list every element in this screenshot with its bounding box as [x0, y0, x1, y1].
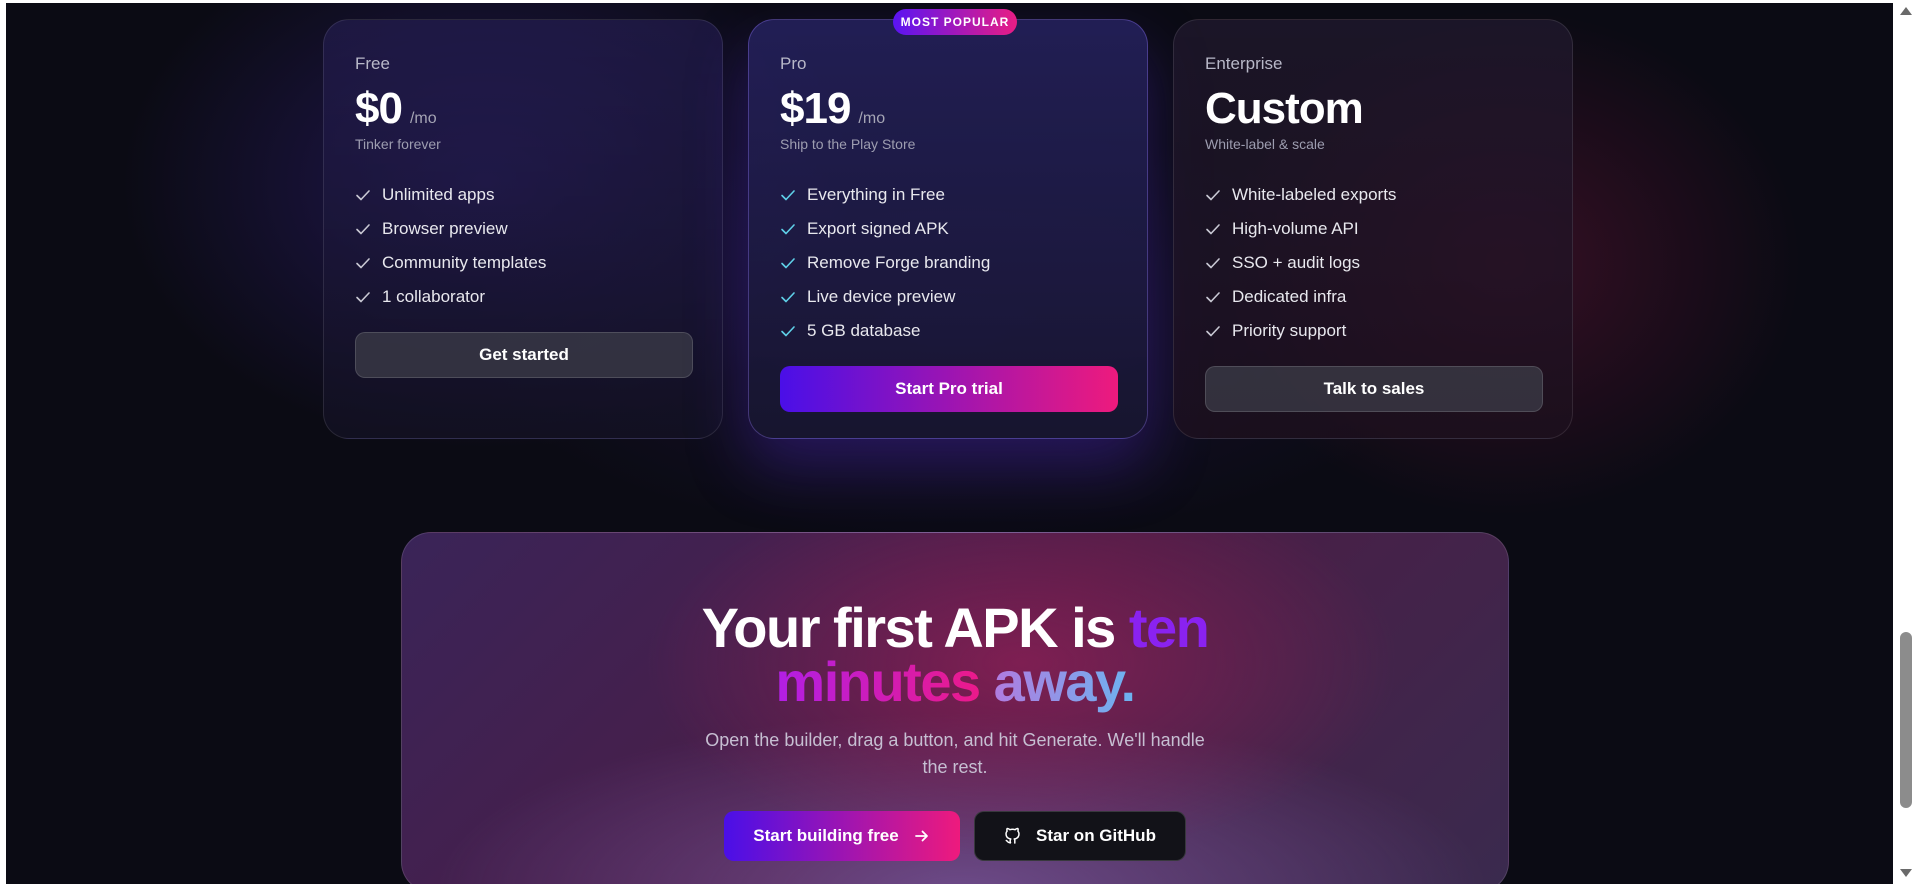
- check-icon: [1206, 292, 1220, 303]
- get-started-button[interactable]: Get started: [355, 332, 693, 378]
- heading-highlight-away: away.: [993, 650, 1136, 713]
- feature-item: Everything in Free: [780, 178, 1116, 212]
- feature-label: Remove Forge branding: [807, 253, 991, 272]
- plan-subtitle: Tinker forever: [355, 136, 441, 152]
- check-icon: [356, 292, 370, 303]
- feature-item: Live device preview: [780, 280, 1116, 314]
- check-icon: [1206, 224, 1220, 235]
- price-row: Custom: [1205, 84, 1541, 136]
- feature-label: Browser preview: [382, 219, 508, 238]
- check-icon: [781, 292, 795, 303]
- feature-label: White-labeled exports: [1232, 185, 1397, 204]
- star-on-github-button[interactable]: Star on GitHub: [974, 811, 1186, 861]
- feature-list: White-labeled exports High-volume API SS…: [1205, 178, 1541, 348]
- feature-label: SSO + audit logs: [1232, 253, 1361, 272]
- cta-buttons: Start building free Star on GitHub: [402, 811, 1508, 861]
- feature-label: 5 GB database: [807, 321, 921, 340]
- feature-label: Community templates: [382, 253, 547, 272]
- scroll-up-arrow-icon[interactable]: [1900, 7, 1912, 15]
- cta-heading: Your first APK is ten minutes away.: [675, 600, 1235, 710]
- feature-item: Priority support: [1205, 314, 1541, 348]
- feature-list: Unlimited apps Browser preview Community…: [355, 178, 691, 314]
- start-pro-trial-button[interactable]: Start Pro trial: [780, 366, 1118, 412]
- check-icon: [1206, 326, 1220, 337]
- scroll-down-arrow-icon[interactable]: [1900, 869, 1912, 877]
- price-period: /mo: [409, 110, 437, 127]
- feature-label: High-volume API: [1232, 219, 1359, 238]
- check-icon: [1206, 258, 1220, 269]
- check-icon: [1206, 190, 1220, 201]
- check-icon: [781, 258, 795, 269]
- plan-name: Free: [355, 54, 390, 73]
- cta-subtext: Open the builder, drag a button, and hit…: [705, 730, 1205, 777]
- price-period: /mo: [858, 110, 886, 127]
- feature-list: Everything in Free Export signed APK Rem…: [780, 178, 1116, 348]
- check-icon: [356, 224, 370, 235]
- plan-price: $0: [355, 84, 403, 133]
- price-row: $0 /mo: [355, 84, 691, 136]
- talk-to-sales-button[interactable]: Talk to sales: [1205, 366, 1543, 412]
- most-popular-badge: MOST POPULAR: [893, 9, 1017, 35]
- feature-item: 5 GB database: [780, 314, 1116, 348]
- heading-highlight-ten: ten: [1128, 596, 1210, 659]
- heading-highlight-minutes: minutes: [775, 650, 981, 713]
- scrollbar-thumb[interactable]: [1900, 632, 1912, 808]
- cta-section: Your first APK is ten minutes away. Open…: [401, 532, 1509, 884]
- feature-item: Unlimited apps: [355, 178, 691, 212]
- feature-label: Live device preview: [807, 287, 956, 306]
- check-icon: [781, 326, 795, 337]
- feature-item: Export signed APK: [780, 212, 1116, 246]
- feature-item: 1 collaborator: [355, 280, 691, 314]
- plan-price: Custom: [1205, 84, 1364, 133]
- check-icon: [781, 224, 795, 235]
- check-icon: [781, 190, 795, 201]
- feature-item: High-volume API: [1205, 212, 1541, 246]
- feature-item: Dedicated infra: [1205, 280, 1541, 314]
- check-icon: [356, 190, 370, 201]
- plan-subtitle: Ship to the Play Store: [780, 136, 916, 152]
- check-icon: [356, 258, 370, 269]
- feature-label: Unlimited apps: [382, 185, 495, 204]
- vertical-scrollbar[interactable]: [1893, 0, 1919, 884]
- feature-label: Export signed APK: [807, 219, 949, 238]
- pricing-card-pro: Pro $19 /mo Ship to the Play Store Every…: [748, 19, 1148, 439]
- feature-item: SSO + audit logs: [1205, 246, 1541, 280]
- feature-item: Community templates: [355, 246, 691, 280]
- plan-name: Pro: [780, 54, 807, 73]
- plan-name: Enterprise: [1205, 54, 1283, 73]
- feature-item: White-labeled exports: [1205, 178, 1541, 212]
- price-row: $19 /mo: [780, 84, 1116, 136]
- button-label: Start building free: [753, 826, 899, 845]
- page-viewport: Free $0 /mo Tinker forever Unlimited app…: [6, 3, 1893, 884]
- plan-price: $19: [780, 84, 851, 133]
- feature-label: 1 collaborator: [382, 287, 486, 306]
- start-building-free-button[interactable]: Start building free: [724, 811, 960, 861]
- plan-subtitle: White-label & scale: [1205, 136, 1325, 152]
- feature-label: Priority support: [1232, 321, 1347, 340]
- pricing-card-enterprise: Enterprise Custom White-label & scale Wh…: [1173, 19, 1573, 439]
- feature-label: Everything in Free: [807, 185, 945, 204]
- github-icon: [1005, 827, 1020, 844]
- arrow-right-icon: [914, 830, 928, 842]
- feature-item: Remove Forge branding: [780, 246, 1116, 280]
- pricing-card-free: Free $0 /mo Tinker forever Unlimited app…: [323, 19, 723, 439]
- feature-item: Browser preview: [355, 212, 691, 246]
- feature-label: Dedicated infra: [1232, 287, 1347, 306]
- button-label: Star on GitHub: [1036, 826, 1156, 845]
